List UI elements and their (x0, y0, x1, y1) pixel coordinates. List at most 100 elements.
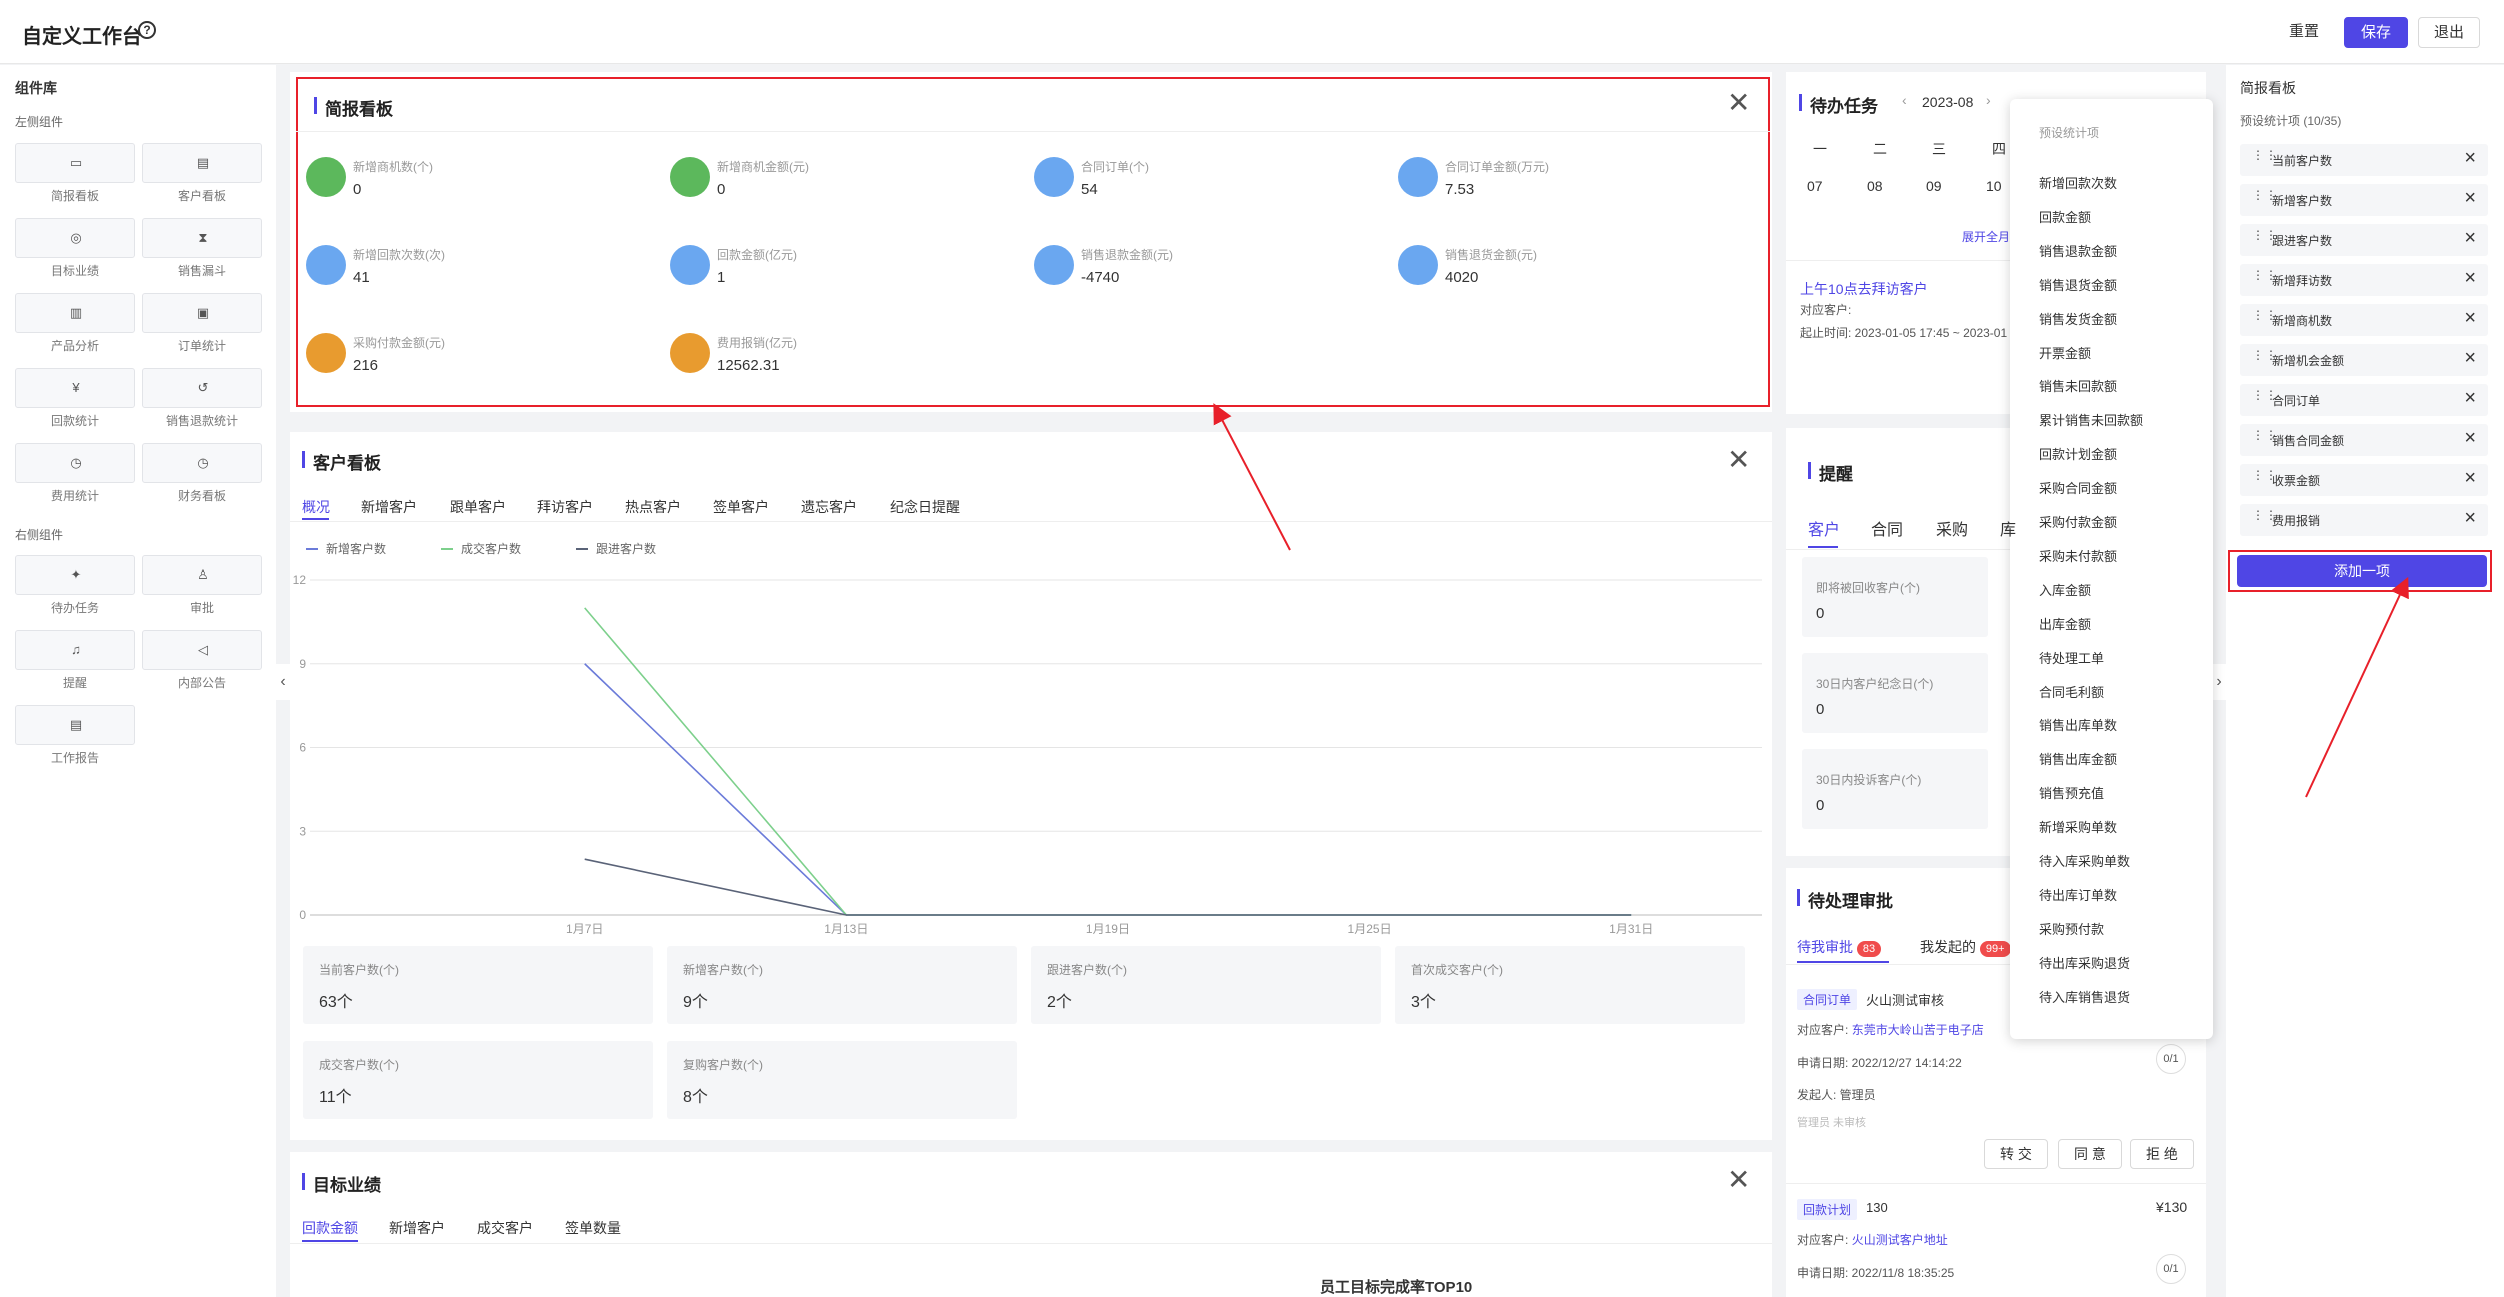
remind-tab-3[interactable]: 库 (2000, 516, 2016, 540)
preset-item[interactable]: ⋮⋮ 新增商机数 × (2240, 304, 2488, 336)
component-report[interactable]: ▤ (15, 705, 135, 745)
remind-card-item[interactable] (1802, 557, 1988, 637)
dropdown-item[interactable]: 销售预充值 (2039, 783, 2104, 802)
remind-card-item[interactable] (1802, 749, 1988, 829)
dropdown-item[interactable]: 回款金额 (2039, 207, 2091, 226)
drag-handle-icon[interactable]: ⋮⋮ (2252, 189, 2277, 207)
dropdown-item[interactable]: 采购合同金额 (2039, 478, 2117, 497)
dropdown-item[interactable]: 采购未付款额 (2039, 546, 2117, 565)
component-money[interactable]: ¥ (15, 368, 135, 408)
tab-0[interactable]: 概况 (302, 497, 330, 517)
remind-tab-0[interactable]: 客户 (1808, 516, 1840, 540)
dropdown-item[interactable]: 开票金额 (2039, 343, 2091, 362)
dropdown-item[interactable]: 采购付款金额 (2039, 512, 2117, 531)
drag-handle-icon[interactable]: ⋮⋮ (2252, 469, 2277, 487)
calendar-day[interactable]: 10 (1986, 178, 2002, 194)
target-tab-3[interactable]: 签单数量 (565, 1218, 621, 1238)
preset-item[interactable]: ⋮⋮ 跟进客户数 × (2240, 224, 2488, 256)
tab-7[interactable]: 纪念日提醒 (890, 497, 960, 517)
component-clock[interactable]: ◷ (142, 443, 262, 483)
remind-card-item[interactable] (1802, 653, 1988, 733)
component-bell[interactable]: ♫ (15, 630, 135, 670)
component-clock[interactable]: ◷ (15, 443, 135, 483)
component-monitor[interactable]: ▭ (15, 143, 135, 183)
tab-5[interactable]: 签单客户 (713, 497, 769, 517)
component-target[interactable]: ◎ (15, 218, 135, 258)
remove-icon[interactable]: × (2464, 227, 2476, 250)
component-document[interactable]: ▤ (142, 143, 262, 183)
dropdown-item[interactable]: 销售退货金额 (2039, 275, 2117, 294)
calendar-day[interactable]: 09 (1926, 178, 1942, 194)
tab-3[interactable]: 拜访客户 (537, 497, 593, 517)
drag-handle-icon[interactable]: ⋮⋮ (2252, 149, 2277, 167)
stat-label: 新增回款次数(次) (353, 248, 445, 262)
remove-icon[interactable]: × (2464, 307, 2476, 330)
remove-icon[interactable]: × (2464, 427, 2476, 450)
target-icon: ◎ (70, 230, 82, 245)
target-tab-0[interactable]: 回款金额 (302, 1218, 358, 1238)
drag-handle-icon[interactable]: ⋮⋮ (2252, 309, 2277, 327)
preset-item-label: 收票金额 (2272, 474, 2321, 488)
dropdown-item[interactable]: 入库金额 (2039, 580, 2091, 599)
component-bar-chart[interactable]: ▥ (15, 293, 135, 333)
preset-item[interactable]: ⋮⋮ 销售合同金额 × (2240, 424, 2488, 456)
dropdown-item[interactable]: 新增回款次数 (2039, 173, 2117, 192)
dropdown-item[interactable]: 累计销售未回款额 (2039, 410, 2143, 429)
dropdown-item[interactable]: 销售未回款额 (2039, 376, 2117, 395)
preset-item[interactable]: ⋮⋮ 收票金额 × (2240, 464, 2488, 496)
dropdown-item[interactable]: 待出库订单数 (2039, 885, 2117, 904)
remind-tab-2[interactable]: 采购 (1936, 516, 1968, 540)
kpi-label: 复购客户数(个) (683, 1058, 763, 1072)
preset-item[interactable]: ⋮⋮ 新增机会金额 × (2240, 344, 2488, 376)
calendar-day[interactable]: 08 (1867, 178, 1883, 194)
tab-1[interactable]: 新增客户 (361, 497, 417, 517)
component-refund[interactable]: ↺ (142, 368, 262, 408)
component-speaker[interactable]: ◁ (142, 630, 262, 670)
dropdown-item[interactable]: 合同毛利额 (2039, 682, 2104, 701)
dropdown-item[interactable]: 销售出库单数 (2039, 715, 2117, 734)
component-label: 内部公告 (177, 676, 226, 690)
target-tab-2[interactable]: 成交客户 (477, 1218, 533, 1238)
dropdown-item[interactable]: 销售发货金额 (2039, 309, 2117, 328)
component-chart-box[interactable]: ▣ (142, 293, 262, 333)
remove-icon[interactable]: × (2464, 267, 2476, 290)
remove-icon[interactable]: × (2464, 347, 2476, 370)
remove-icon[interactable]: × (2464, 507, 2476, 530)
dropdown-item[interactable]: 销售出库金额 (2039, 749, 2117, 768)
tab-2[interactable]: 跟单客户 (450, 497, 506, 517)
remove-icon[interactable]: × (2464, 147, 2476, 170)
dropdown-item[interactable]: 待处理工单 (2039, 648, 2104, 667)
preset-item[interactable]: ⋮⋮ 新增客户数 × (2240, 184, 2488, 216)
dropdown-item[interactable]: 采购预付款 (2039, 919, 2104, 938)
dropdown-item[interactable]: 待出库采购退货 (2039, 953, 2130, 972)
drag-handle-icon[interactable]: ⋮⋮ (2252, 509, 2277, 527)
component-pin[interactable]: ✦ (15, 555, 135, 595)
remove-icon[interactable]: × (2464, 387, 2476, 410)
target-tab-1[interactable]: 新增客户 (389, 1218, 445, 1238)
preset-item[interactable]: ⋮⋮ 当前客户数 × (2240, 144, 2488, 176)
tab-6[interactable]: 遗忘客户 (801, 497, 857, 517)
preset-item[interactable]: ⋮⋮ 合同订单 × (2240, 384, 2488, 416)
drag-handle-icon[interactable]: ⋮⋮ (2252, 269, 2277, 287)
component-label: 审批 (189, 601, 214, 615)
remind-tab-1[interactable]: 合同 (1871, 516, 1903, 540)
component-hourglass[interactable]: ⧗ (142, 218, 262, 258)
calendar-day[interactable]: 07 (1807, 178, 1823, 194)
dropdown-item[interactable]: 待入库采购单数 (2039, 851, 2130, 870)
drag-handle-icon[interactable]: ⋮⋮ (2252, 389, 2277, 407)
monitor-icon: ▭ (69, 155, 83, 170)
remove-icon[interactable]: × (2464, 187, 2476, 210)
drag-handle-icon[interactable]: ⋮⋮ (2252, 429, 2277, 447)
component-stamp[interactable]: ♙ (142, 555, 262, 595)
preset-item[interactable]: ⋮⋮ 新增拜访数 × (2240, 264, 2488, 296)
dropdown-item[interactable]: 出库金额 (2039, 614, 2091, 633)
dropdown-item[interactable]: 待入库销售退货 (2039, 987, 2130, 1006)
drag-handle-icon[interactable]: ⋮⋮ (2252, 229, 2277, 247)
preset-item[interactable]: ⋮⋮ 费用报销 × (2240, 504, 2488, 536)
remove-icon[interactable]: × (2464, 467, 2476, 490)
tab-4[interactable]: 热点客户 (625, 497, 681, 517)
dropdown-item[interactable]: 销售退款金额 (2039, 241, 2117, 260)
dropdown-item[interactable]: 新增采购单数 (2039, 817, 2117, 836)
drag-handle-icon[interactable]: ⋮⋮ (2252, 349, 2277, 367)
dropdown-item[interactable]: 回款计划金额 (2039, 444, 2117, 463)
